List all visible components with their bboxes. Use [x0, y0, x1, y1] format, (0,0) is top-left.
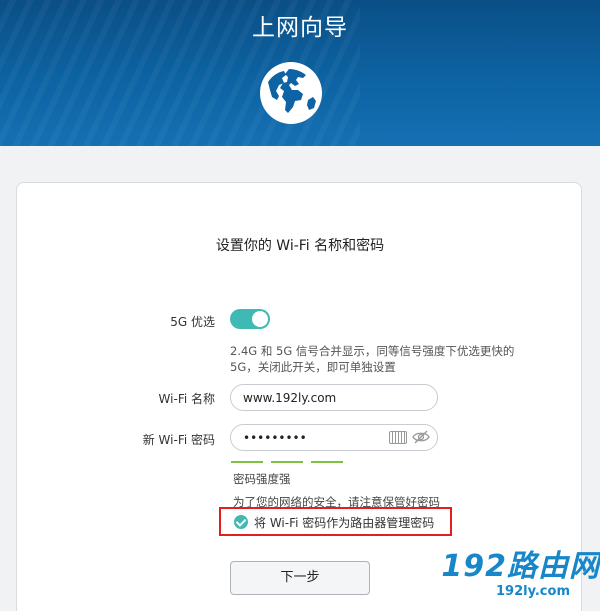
watermark-logo: 192路由网	[441, 549, 600, 584]
ssid-label: Wi-Fi 名称	[158, 392, 215, 406]
band-description: 2.4G 和 5G 信号合并显示，同等信号强度下优选更快的 5G，关闭此开关，即…	[230, 344, 515, 374]
password-label: 新 Wi-Fi 密码	[142, 433, 215, 447]
form-subtitle: 设置你的 Wi-Fi 名称和密码	[215, 238, 385, 254]
admin-password-highlight: 将 Wi-Fi 密码作为路由器管理密码	[219, 507, 452, 536]
strength-bar-1	[231, 461, 263, 463]
ssid-input[interactable]: www.192ly.com	[230, 384, 438, 411]
keyboard-icon[interactable]	[389, 431, 407, 444]
band-label: 5G 优选	[170, 315, 215, 329]
password-strength-text: 密码强度强	[233, 472, 291, 486]
use-as-admin-password-label[interactable]: 将 Wi-Fi 密码作为路由器管理密码	[254, 514, 434, 531]
toggle-knob	[252, 311, 268, 327]
globe-icon	[260, 62, 322, 124]
wifi-setup-card: 设置你的 Wi-Fi 名称和密码 5G 优选 2.4G 和 5G 信号合并显示，…	[16, 182, 582, 611]
eye-hidden-icon[interactable]	[412, 430, 430, 444]
next-button[interactable]: 下一步	[230, 561, 370, 595]
strength-bar-3	[311, 461, 343, 463]
watermark: 192路由网 192ly.com	[430, 550, 600, 605]
wizard-header: 上网向导	[0, 0, 600, 146]
checked-circle-icon[interactable]	[234, 515, 248, 529]
page-title: 上网向导	[252, 15, 348, 41]
5g-priority-toggle[interactable]	[230, 309, 270, 329]
password-input[interactable]: •••••••••	[230, 424, 438, 451]
password-value: •••••••••	[243, 431, 307, 445]
strength-bar-2	[271, 461, 303, 463]
watermark-url: 192ly.com	[496, 584, 570, 599]
